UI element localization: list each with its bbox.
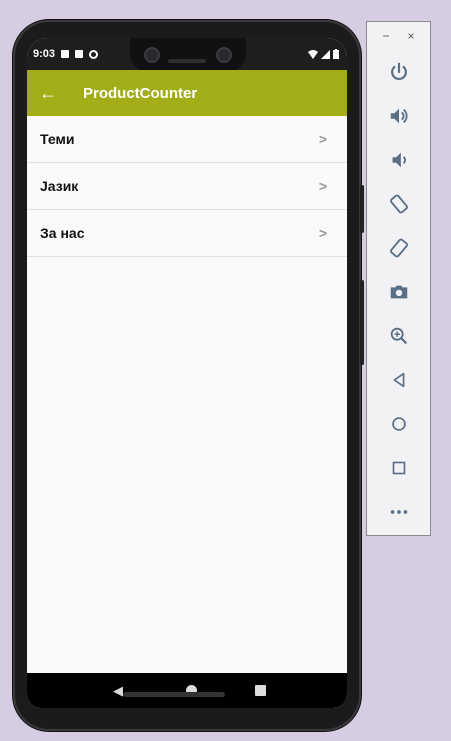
camera-notch bbox=[130, 38, 246, 74]
app-title: ProductCounter bbox=[83, 84, 198, 102]
rotate-right-icon bbox=[389, 238, 408, 258]
camera-icon bbox=[390, 285, 407, 299]
wifi-icon bbox=[308, 49, 318, 59]
power-icon bbox=[390, 62, 407, 81]
front-camera-icon bbox=[216, 47, 232, 63]
more-button[interactable] bbox=[367, 490, 430, 534]
menu-item-language[interactable]: Јазик > bbox=[27, 163, 347, 210]
earpiece-speaker bbox=[168, 59, 206, 63]
zoom-button[interactable] bbox=[367, 314, 430, 358]
phone-volume-button bbox=[360, 280, 364, 365]
volume-down-icon bbox=[392, 152, 406, 168]
back-arrow-icon[interactable]: ← bbox=[27, 70, 69, 116]
app-bar: ← ProductCounter bbox=[27, 70, 347, 116]
zoom-icon bbox=[390, 327, 407, 345]
power-button[interactable] bbox=[367, 50, 430, 94]
volume-up-button[interactable] bbox=[367, 94, 430, 138]
menu-item-label: За нас bbox=[40, 225, 85, 241]
status-time: 9:03 bbox=[33, 48, 56, 60]
phone-chin-speaker bbox=[123, 692, 225, 697]
signal-icon bbox=[321, 49, 330, 59]
back-button[interactable] bbox=[367, 358, 430, 402]
menu-item-about[interactable]: За нас > bbox=[27, 210, 347, 257]
sync-icon bbox=[89, 49, 99, 59]
overview-icon bbox=[392, 461, 405, 475]
phone-power-button bbox=[360, 185, 364, 233]
battery-icon bbox=[333, 49, 339, 59]
phone-frame: 9:03 ← ProductCounter Теми > Јазик > За … bbox=[13, 20, 364, 731]
sd-card-icon bbox=[61, 50, 70, 58]
nav-recents-icon[interactable] bbox=[255, 685, 266, 696]
volume-up-icon bbox=[390, 108, 407, 124]
home-button[interactable] bbox=[367, 402, 430, 446]
rotate-left-button[interactable] bbox=[367, 182, 430, 226]
menu-item-label: Теми bbox=[40, 131, 75, 147]
overview-button[interactable] bbox=[367, 446, 430, 490]
chevron-right-icon: > bbox=[318, 225, 327, 241]
emulator-toolbar: − × bbox=[366, 21, 431, 536]
menu-item-themes[interactable]: Теми > bbox=[27, 116, 347, 163]
volume-down-button[interactable] bbox=[367, 138, 430, 182]
home-icon bbox=[391, 417, 406, 431]
phone-screen: 9:03 ← ProductCounter Теми > Јазик > За … bbox=[27, 38, 347, 708]
chevron-right-icon: > bbox=[318, 178, 327, 194]
rotate-right-button[interactable] bbox=[367, 226, 430, 270]
front-camera-icon bbox=[144, 47, 160, 63]
minimize-button[interactable]: − bbox=[382, 29, 389, 50]
chevron-right-icon: > bbox=[318, 131, 327, 147]
menu-list: Теми > Јазик > За нас > bbox=[27, 116, 347, 257]
more-icon bbox=[390, 510, 407, 514]
back-icon bbox=[393, 372, 404, 388]
window-controls: − × bbox=[367, 22, 430, 50]
rotate-left-icon bbox=[389, 194, 408, 214]
screenshot-button[interactable] bbox=[367, 270, 430, 314]
close-button[interactable]: × bbox=[408, 29, 415, 50]
navigation-bar: ◀ bbox=[27, 673, 347, 708]
sim-icon bbox=[75, 50, 84, 58]
menu-item-label: Јазик bbox=[40, 178, 79, 194]
